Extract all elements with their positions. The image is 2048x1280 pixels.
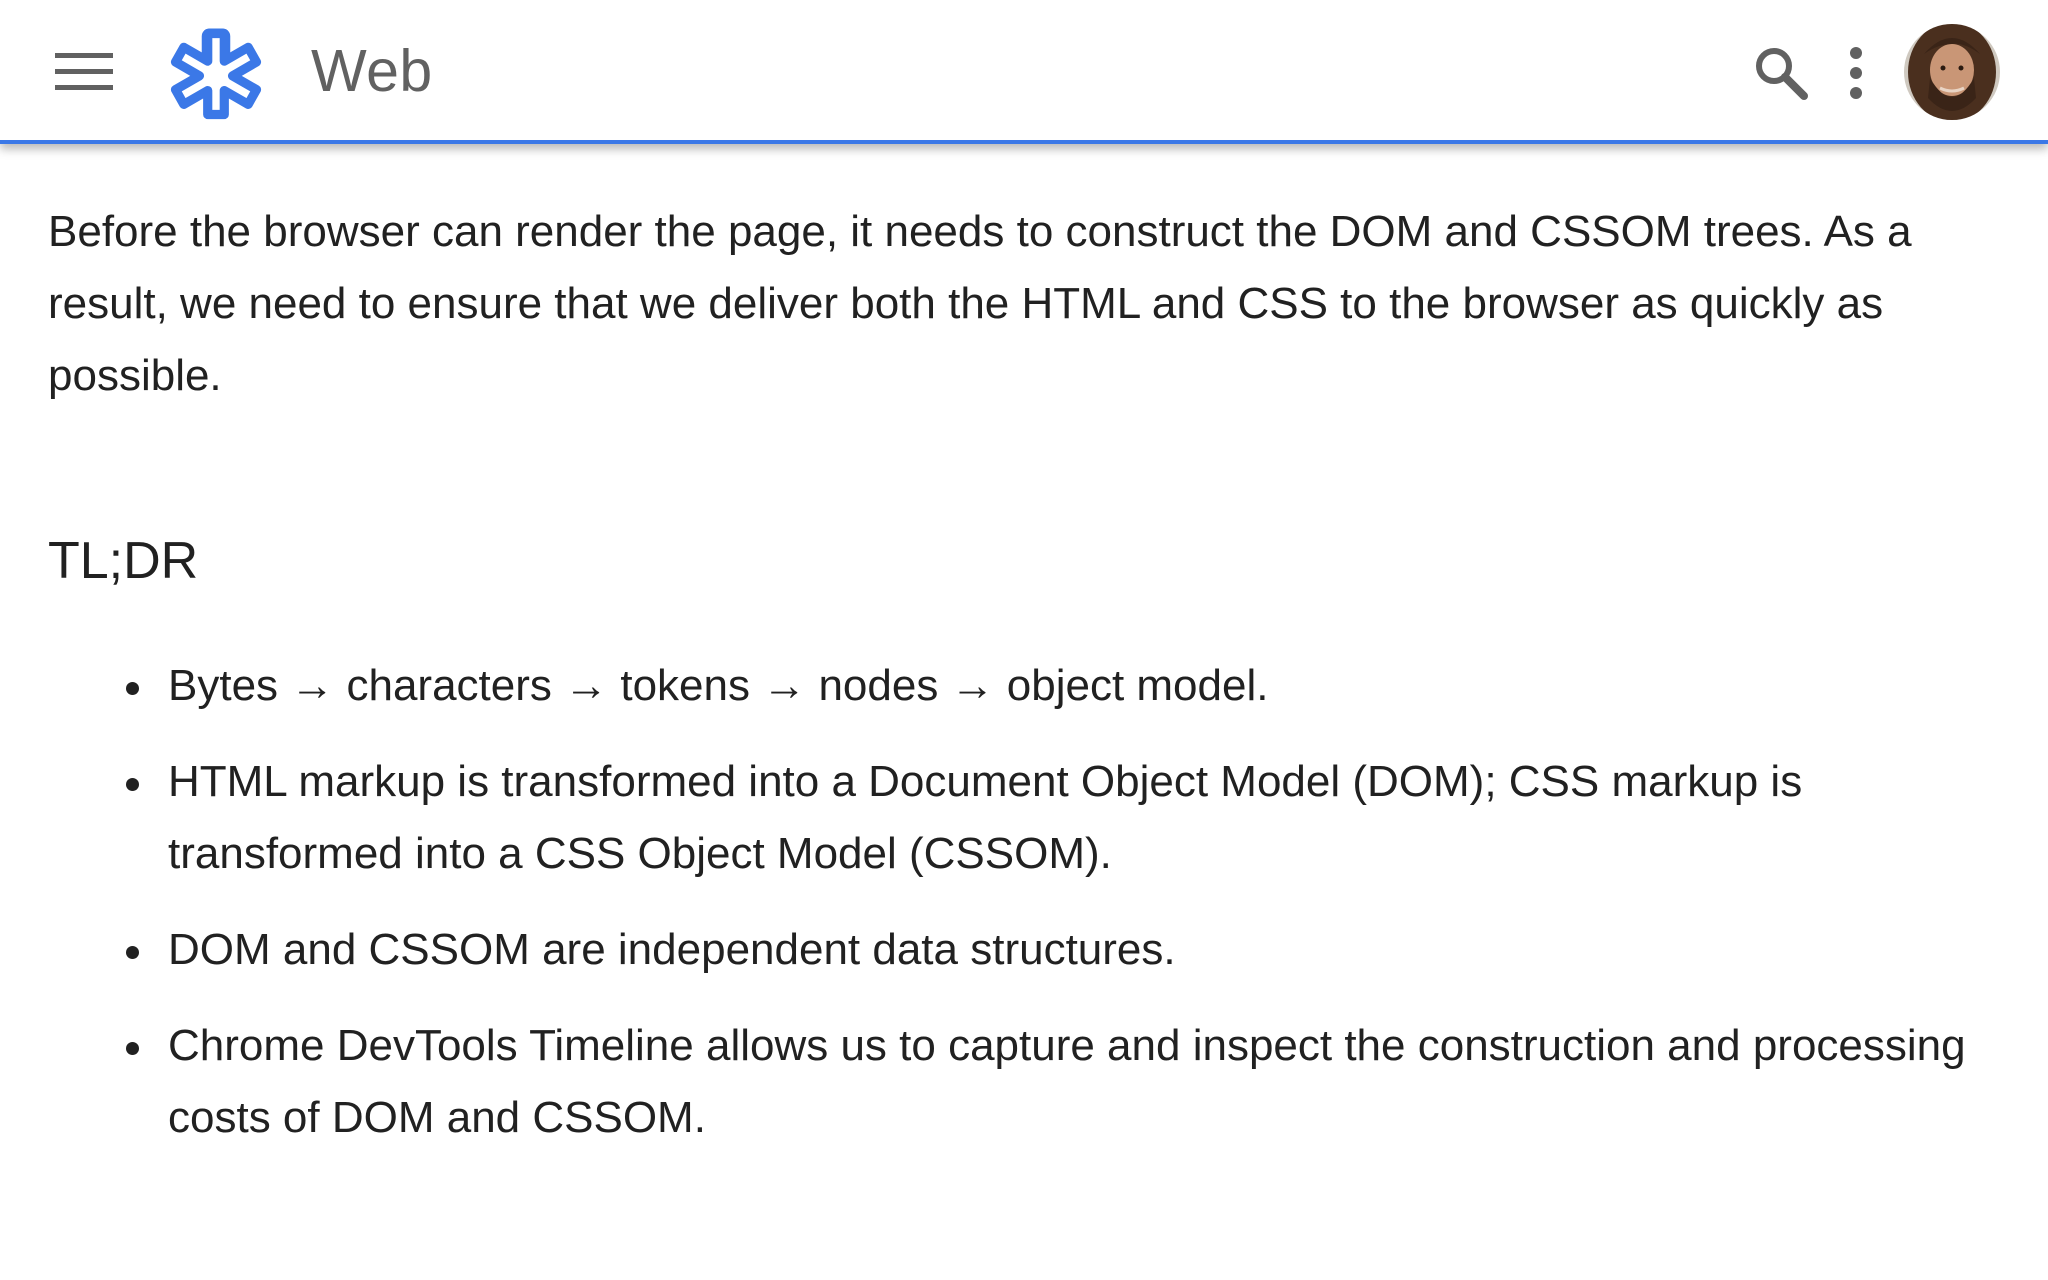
list-item: Bytes → characters → tokens → nodes → ob…	[126, 650, 2008, 722]
article-content: Before the browser can render the page, …	[48, 196, 2008, 1142]
tldr-heading: TL;DR	[48, 532, 199, 590]
web-fundamentals-logo[interactable]	[170, 28, 262, 120]
hamburger-menu-icon	[55, 53, 113, 90]
user-avatar[interactable]	[1904, 24, 2000, 120]
list-item: Chrome DevTools Timeline allows us to ca…	[126, 1010, 2008, 1154]
intro-paragraph: Before the browser can render the page, …	[48, 207, 1912, 400]
tldr-list: Bytes → characters → tokens → nodes → ob…	[48, 650, 2008, 1178]
search-button[interactable]	[1746, 38, 1816, 108]
more-options-button[interactable]	[1828, 38, 1884, 108]
app-title: Web	[311, 38, 433, 104]
top-app-bar: Web	[0, 0, 2048, 144]
menu-button[interactable]	[40, 32, 128, 112]
list-item: HTML markup is transformed into a Docume…	[126, 746, 2008, 890]
more-vert-icon	[1850, 47, 1862, 99]
list-item: DOM and CSSOM are independent data struc…	[126, 914, 2008, 986]
search-icon	[1756, 48, 1808, 100]
